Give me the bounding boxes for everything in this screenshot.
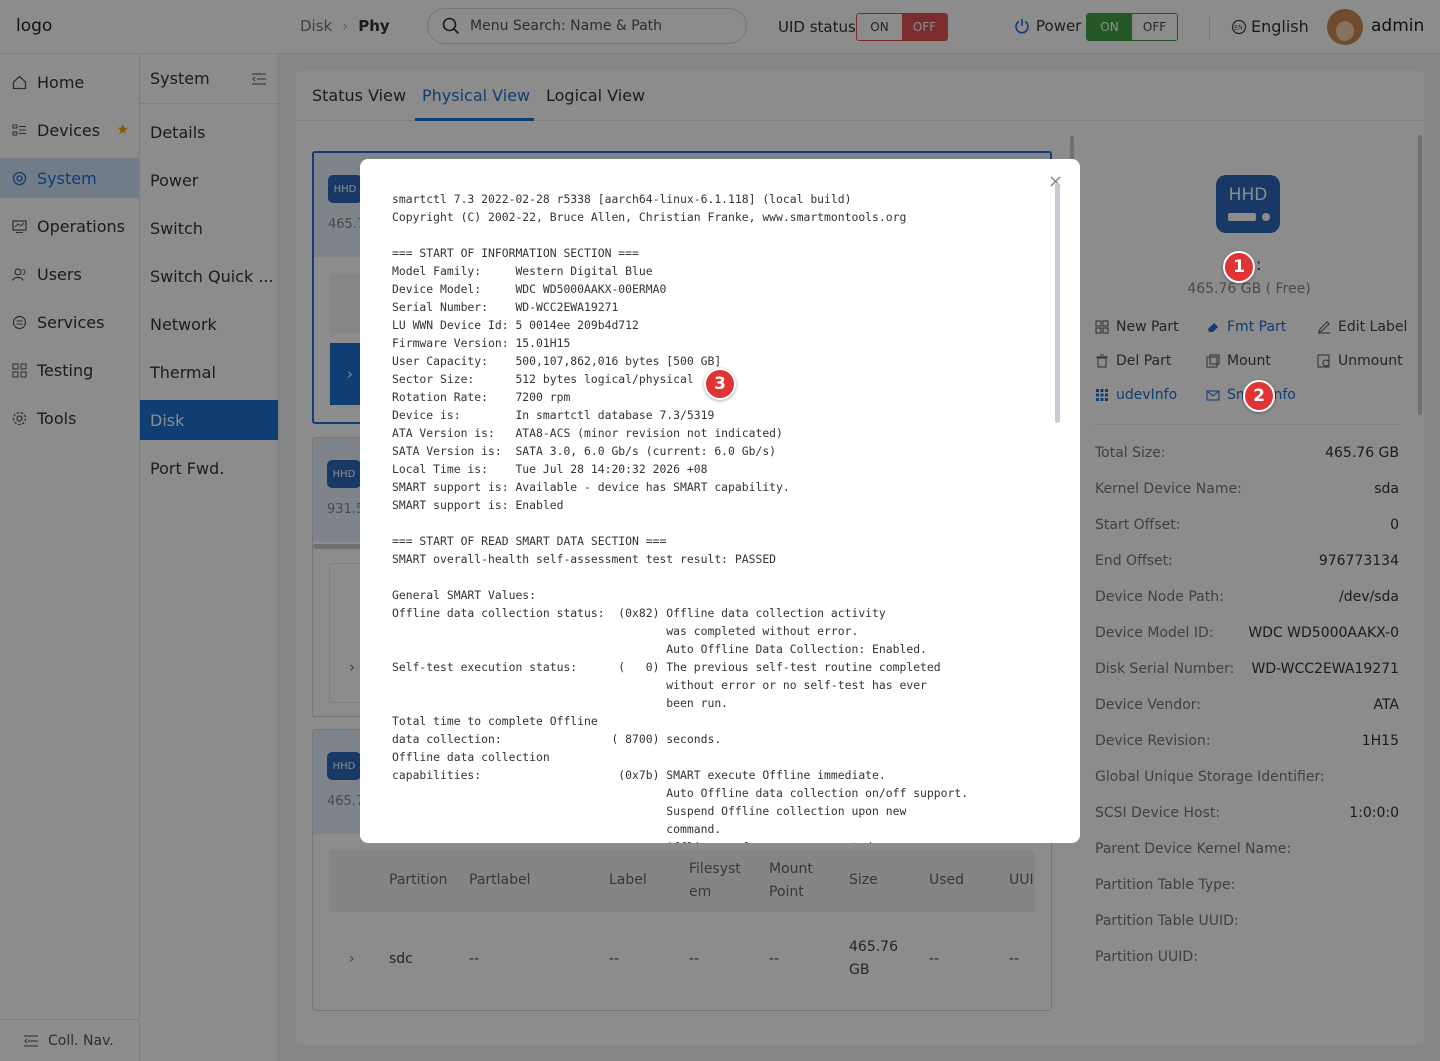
smartctl-output: smartctl 7.3 2022-02-28 r5338 [aarch64-l… xyxy=(392,190,1052,843)
smartctl-line xyxy=(392,226,1052,244)
smartctl-line: Serial Number: WD-WCC2EWA19271 xyxy=(392,300,619,314)
modal-scrollbar[interactable] xyxy=(1055,183,1060,423)
smartctl-line xyxy=(392,514,1052,532)
smartctl-line: Device Model: WDC WD5000AAKX-00ERMA0 xyxy=(392,282,667,296)
smartctl-line: SMART support is: Available - device has… xyxy=(392,480,790,494)
annotation-badge-1: 1 xyxy=(1223,251,1255,283)
smartctl-line: been run. xyxy=(392,696,729,710)
smartctl-line: SATA Version is: SATA 3.0, 6.0 Gb/s (cur… xyxy=(392,444,777,458)
smartctl-line: smartctl 7.3 2022-02-28 r5338 [aarch64-l… xyxy=(392,192,852,206)
smartctl-line: ATA Version is: ATA8-ACS (minor revision… xyxy=(392,426,783,440)
smartctl-line: was completed without error. xyxy=(392,624,859,638)
smartctl-line: without error or no self-test has ever xyxy=(392,678,927,692)
smartctl-line: Model Family: Western Digital Blue xyxy=(392,264,653,278)
smartctl-line: command. xyxy=(392,822,722,836)
smartctl-line: Device is: In smartctl database 7.3/5319 xyxy=(392,408,715,422)
smartctl-line: Auto Offline Data Collection: Enabled. xyxy=(392,642,927,656)
smartctl-line: Firmware Version: 15.01H15 xyxy=(392,336,571,350)
smartctl-line: capabilities: (0x7b) SMART execute Offli… xyxy=(392,768,886,782)
smartctl-line: Offline data collection xyxy=(392,750,550,764)
smartctl-line: General SMART Values: xyxy=(392,588,537,602)
annotation-badge-2: 2 xyxy=(1243,380,1275,412)
annotation-badge-3: 3 xyxy=(704,368,736,400)
smartctl-line: SMART overall-health self-assessment tes… xyxy=(392,552,777,566)
smartctl-line: Copyright (C) 2002-22, Bruce Allen, Chri… xyxy=(392,210,907,224)
smartctl-line: data collection: ( 8700) seconds. xyxy=(392,732,722,746)
smartctl-line: Offline surface scan supported. xyxy=(392,838,1052,843)
smartctl-line: Local Time is: Tue Jul 28 14:20:32 2026 … xyxy=(392,462,708,476)
smartctl-line: LU WWN Device Id: 5 0014ee 209b4d712 xyxy=(392,318,639,332)
smartinfo-modal: × smartctl 7.3 2022-02-28 r5338 [aarch64… xyxy=(360,159,1080,843)
smartctl-line: Auto Offline data collection on/off supp… xyxy=(392,786,969,800)
smartctl-line: === START OF INFORMATION SECTION === xyxy=(392,246,639,260)
smartctl-line: Total time to complete Offline xyxy=(392,714,598,728)
smartctl-line xyxy=(392,568,1052,586)
smartctl-line: Suspend Offline collection upon new xyxy=(392,804,907,818)
smartctl-line: === START OF READ SMART DATA SECTION === xyxy=(392,534,667,548)
smartctl-line: Self-test execution status: ( 0) The pre… xyxy=(392,660,941,674)
smartctl-line: SMART support is: Enabled xyxy=(392,498,564,512)
smartctl-line: Offline data collection status: (0x82) O… xyxy=(392,606,886,620)
